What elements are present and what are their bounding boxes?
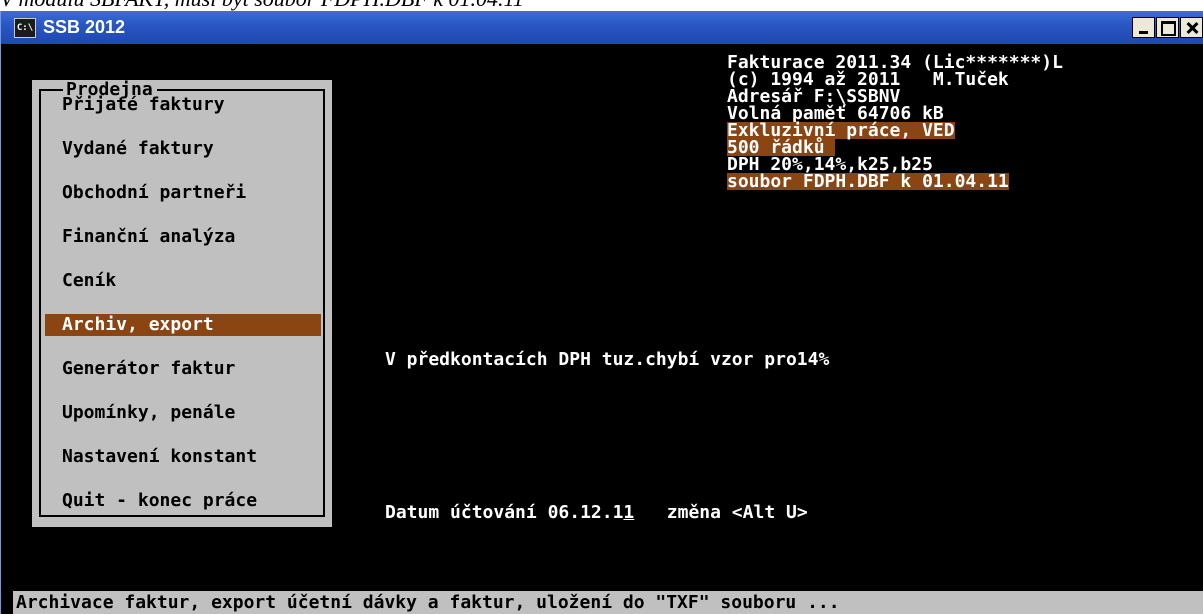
menu-item-vydane-faktury[interactable]: Vydané faktury bbox=[45, 138, 321, 160]
console-window: C:\ SSB 2012 Prodejna Přijaté faktury Vy… bbox=[0, 11, 1203, 614]
main-menu: Prodejna Přijaté faktury Vydané faktury … bbox=[32, 80, 332, 527]
date-value[interactable]: 06.12.1 bbox=[548, 502, 624, 523]
date-label: Datum účtování bbox=[385, 502, 548, 523]
menu-item-quit[interactable]: Quit - konec práce bbox=[45, 490, 321, 512]
menu-item-upominky-penale[interactable]: Upomínky, penále bbox=[45, 402, 321, 424]
menu-item-generator-faktur[interactable]: Generátor faktur bbox=[45, 358, 321, 380]
console-icon[interactable]: C:\ bbox=[14, 18, 36, 38]
menu-item-cenik[interactable]: Ceník bbox=[45, 270, 321, 292]
close-icon[interactable] bbox=[1180, 17, 1203, 38]
menu-item-archiv-export[interactable]: Archiv, export bbox=[45, 314, 321, 336]
posting-date-line: Datum účtování 06.12.11 změna <Alt U> bbox=[385, 502, 808, 524]
menu-item-financni-analyza[interactable]: Finanční analýza bbox=[45, 226, 321, 248]
minimize-icon[interactable] bbox=[1132, 17, 1155, 38]
info-line-fdph-file: soubor FDPH.DBF k 01.04.11 bbox=[727, 171, 1009, 192]
maximize-icon[interactable] bbox=[1156, 17, 1179, 38]
title-bar[interactable]: C:\ SSB 2012 bbox=[1, 11, 1203, 44]
date-change-hint: změna <Alt U> bbox=[666, 502, 808, 523]
menu-item-prijate-faktury[interactable]: Přijaté faktury bbox=[45, 94, 321, 116]
console-area[interactable]: Prodejna Přijaté faktury Vydané faktury … bbox=[13, 44, 1203, 614]
status-bar: Archivace faktur, export účetní dávky a … bbox=[13, 591, 1203, 614]
menu-item-nastaveni-konstant[interactable]: Nastavení konstant bbox=[45, 446, 321, 468]
window-title: SSB 2012 bbox=[43, 17, 126, 37]
menu-item-obchodni-partneri[interactable]: Obchodní partneři bbox=[45, 182, 321, 204]
dph-warning-message: V předkontacích DPH tuz.chybí vzor pro14… bbox=[385, 349, 830, 370]
date-cursor-char[interactable]: 1 bbox=[623, 502, 634, 523]
